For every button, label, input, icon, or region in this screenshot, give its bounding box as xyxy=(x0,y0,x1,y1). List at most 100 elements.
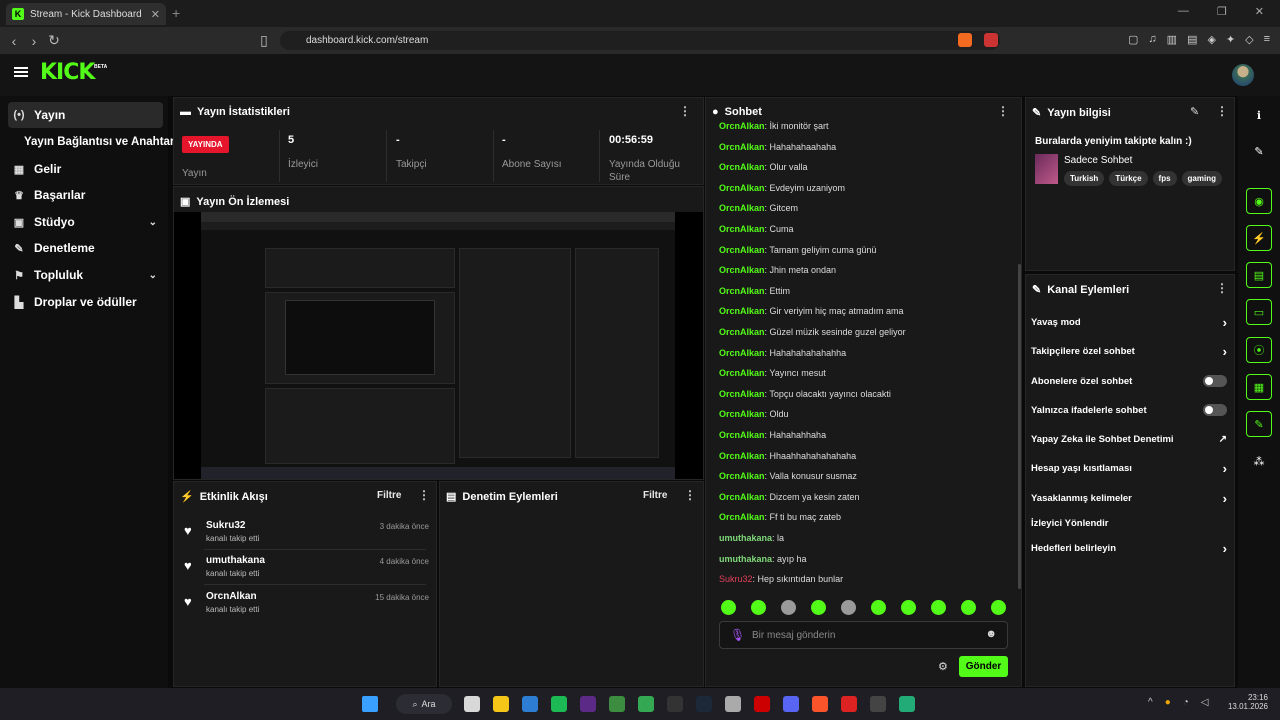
chat-username[interactable]: OrcnAlkan xyxy=(719,265,765,275)
channel-action-row[interactable]: Yasaklanmış kelimeler › xyxy=(1031,488,1227,508)
clipboard-icon[interactable]: ▤ xyxy=(1246,262,1272,288)
filter-button[interactable]: Filtre xyxy=(643,490,667,501)
emote-icon[interactable] xyxy=(991,600,1006,615)
emote-icon[interactable] xyxy=(781,600,796,615)
chat-username[interactable]: OrcnAlkan xyxy=(719,245,765,255)
vs-icon[interactable] xyxy=(580,696,596,712)
chat-username[interactable]: OrcnAlkan xyxy=(719,492,765,502)
minimize-icon[interactable]: — xyxy=(1178,5,1189,18)
sidebar-icon[interactable]: ▥ xyxy=(1167,33,1177,46)
send-button[interactable]: Gönder xyxy=(959,656,1008,677)
sidebar-item-denetleme[interactable]: ✎ Denetleme xyxy=(8,235,163,261)
lightning-icon[interactable]: ⚡ xyxy=(1246,225,1272,251)
more-options-icon[interactable]: ⋮ xyxy=(997,104,1009,118)
chat-username[interactable]: OrcnAlkan xyxy=(719,306,765,316)
emote-icon[interactable] xyxy=(721,600,736,615)
filter-button[interactable]: Filtre xyxy=(377,490,401,501)
kick-app-icon[interactable] xyxy=(899,696,915,712)
wallet-icon[interactable]: ▤ xyxy=(1187,33,1197,46)
tag[interactable]: Turkish xyxy=(1064,171,1105,186)
tag[interactable]: fps xyxy=(1152,171,1177,186)
activity-user[interactable]: umuthakana xyxy=(206,555,265,566)
emote-icon[interactable] xyxy=(901,600,916,615)
wifi-icon[interactable]: ◔ xyxy=(1183,697,1189,708)
app-icon[interactable] xyxy=(841,696,857,712)
windows-start-icon[interactable] xyxy=(362,696,378,712)
edit-pencil-icon[interactable]: ✎ xyxy=(1190,105,1199,118)
chat-username[interactable]: OrcnAlkan xyxy=(719,409,765,419)
hamburger-menu-icon[interactable] xyxy=(14,67,28,69)
wrench-icon[interactable]: ✎ xyxy=(1246,411,1272,437)
emote-icon[interactable] xyxy=(811,600,826,615)
channel-action-row[interactable]: Takipçilere özel sohbet › xyxy=(1031,341,1227,361)
emote-icon[interactable] xyxy=(871,600,886,615)
settings-icon[interactable] xyxy=(725,696,741,712)
tag[interactable]: gaming xyxy=(1181,171,1222,186)
sidebar-item-droplar[interactable]: ▙ Droplar ve ödüller xyxy=(8,289,163,315)
category-name[interactable]: Sadece Sohbet xyxy=(1064,155,1132,166)
settings-gear-icon[interactable]: ⚙ xyxy=(938,660,948,673)
share-icon[interactable]: ⁂ xyxy=(1246,448,1272,474)
chat-username[interactable]: OrcnAlkan xyxy=(719,286,765,296)
forward-icon[interactable]: › xyxy=(24,33,44,49)
mic-tray-icon[interactable]: ● xyxy=(1165,697,1171,708)
media-icon[interactable]: ♫ xyxy=(1148,33,1156,46)
browser-tab[interactable]: K Stream - Kick Dashboard ✕ xyxy=(6,3,166,25)
user-avatar[interactable] xyxy=(1232,64,1254,86)
brave-icon[interactable] xyxy=(812,696,828,712)
steam-icon[interactable] xyxy=(696,696,712,712)
close-window-icon[interactable]: ✕ xyxy=(1255,5,1264,18)
sidebar-item-topluluk[interactable]: ⚑ Topluluk ⌄ xyxy=(8,262,163,288)
chat-username[interactable]: OrcnAlkan xyxy=(719,368,765,378)
new-tab-button[interactable]: + xyxy=(172,5,180,21)
layout-icon[interactable]: ▦ xyxy=(1246,374,1272,400)
edit-icon[interactable]: ✎ xyxy=(1246,138,1272,164)
chat-scrollbar[interactable] xyxy=(1018,264,1021,589)
broadcast-icon[interactable]: ⦿ xyxy=(1246,337,1272,363)
tag[interactable]: Türkçe xyxy=(1109,171,1148,186)
chat-username[interactable]: OrcnAlkan xyxy=(719,348,765,358)
chat-username[interactable]: OrcnAlkan xyxy=(719,471,765,481)
spotify-icon[interactable] xyxy=(551,696,567,712)
reload-icon[interactable]: ↻ xyxy=(44,32,64,49)
channel-action-row[interactable]: Abonelere özel sohbet xyxy=(1031,371,1227,391)
clock[interactable]: 23:16 13.01.2026 xyxy=(1226,693,1268,711)
minecraft-icon[interactable] xyxy=(609,696,625,712)
kick-logo[interactable]: KICK xyxy=(40,60,95,85)
chat-username[interactable]: Sukru32 xyxy=(719,574,753,584)
chat-username[interactable]: OrcnAlkan xyxy=(719,430,765,440)
sidebar-item-gelir[interactable]: ▦ Gelir xyxy=(8,156,163,182)
more-options-icon[interactable]: ⋮ xyxy=(1216,104,1228,118)
channel-action-row[interactable]: İzleyici Yönlendir xyxy=(1031,513,1227,533)
emoji-icon[interactable]: ☻ xyxy=(985,628,997,640)
maximize-icon[interactable]: ❐ xyxy=(1217,5,1227,18)
emote-icon[interactable] xyxy=(961,600,976,615)
chat-username[interactable]: OrcnAlkan xyxy=(719,142,765,152)
activity-user[interactable]: Sukru32 xyxy=(206,520,245,531)
channel-action-row[interactable]: Hesap yaşı kısıtlaması › xyxy=(1031,458,1227,478)
stream-preview-video[interactable] xyxy=(174,212,703,479)
screenshot-icon[interactable]: ▢ xyxy=(1128,33,1138,46)
chat-username[interactable]: OrcnAlkan xyxy=(719,327,765,337)
more-options-icon[interactable]: ⋮ xyxy=(1216,281,1228,295)
microphone-icon[interactable]: 🎙 xyxy=(730,628,745,642)
more-options-icon[interactable]: ⋮ xyxy=(679,104,691,118)
chat-username[interactable]: umuthakana xyxy=(719,533,772,543)
more-options-icon[interactable]: ⋮ xyxy=(684,488,696,502)
camera-icon[interactable]: ◉ xyxy=(1246,188,1272,214)
store-icon[interactable] xyxy=(522,696,538,712)
brave-shield-icon[interactable] xyxy=(958,33,972,47)
task-view-icon[interactable] xyxy=(464,696,480,712)
chat-username[interactable]: OrcnAlkan xyxy=(719,121,765,131)
emote-icon[interactable] xyxy=(841,600,856,615)
chat-username[interactable]: OrcnAlkan xyxy=(719,224,765,234)
emote-icon[interactable] xyxy=(751,600,766,615)
emote-icon[interactable] xyxy=(931,600,946,615)
close-tab-icon[interactable]: ✕ xyxy=(151,8,160,21)
rewards-icon[interactable] xyxy=(984,33,998,47)
sidebar-item-stream-key[interactable]: Yayın Bağlantısı ve Anahtarı xyxy=(20,129,178,155)
back-icon[interactable]: ‹ xyxy=(4,33,24,49)
chat-username[interactable]: OrcnAlkan xyxy=(719,183,765,193)
epic-games-icon[interactable] xyxy=(667,696,683,712)
menu-icon[interactable]: ≡ xyxy=(1264,33,1270,46)
